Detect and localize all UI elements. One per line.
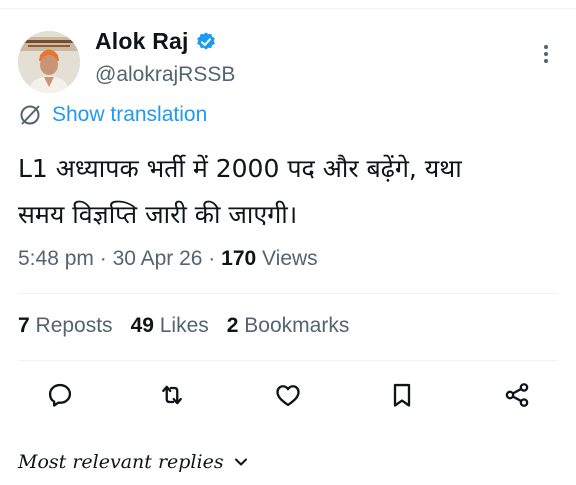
tweet-line-2: समय विज्ञप्ति जारी की जाएगी। (18, 200, 298, 229)
meta-separator: · (202, 247, 222, 270)
likes-count: 49 (130, 314, 154, 337)
replies-sort-label: Most relevant replies (18, 451, 224, 473)
share-icon (505, 383, 529, 407)
reposts-label: Reposts (29, 314, 113, 337)
bookmarks-count: 2 (226, 314, 239, 337)
views-label: Views (256, 247, 318, 270)
repost-button[interactable] (158, 381, 186, 409)
chevron-down-icon (234, 458, 247, 466)
reposts-stat[interactable]: 7 Reposts (18, 314, 113, 338)
reply-icon (48, 383, 72, 407)
show-translation-label[interactable]: Show translation (52, 103, 207, 127)
bookmark-button[interactable] (388, 381, 416, 409)
stats-divider (18, 360, 558, 361)
reposts-count: 7 (18, 314, 30, 337)
engagement-stats: 7 Reposts 49 Likes 2 Bookmarks (18, 314, 367, 338)
bookmark-icon (393, 383, 411, 407)
author-name-row: Alok Raj (95, 28, 217, 55)
bookmarks-label: Bookmarks (238, 314, 350, 337)
tweet-meta: 5:48 pm · 30 Apr 26 · 170 Views (18, 247, 318, 271)
reply-button[interactable] (46, 381, 74, 409)
more-options-icon[interactable] (538, 42, 554, 66)
bookmarks-stat[interactable]: 2 Bookmarks (227, 314, 350, 338)
views-count: 170 (221, 247, 257, 270)
verified-badge-icon (196, 31, 215, 50)
meta-separator: · (93, 247, 113, 270)
author-handle[interactable]: @alokrajRSSB (95, 63, 235, 87)
globe-icon (20, 105, 40, 125)
likes-label: Likes (153, 314, 209, 337)
like-button[interactable] (274, 381, 302, 409)
repost-icon (162, 385, 182, 405)
show-translation-link[interactable]: Show translation (18, 103, 207, 127)
tweet-date[interactable]: 30 Apr 26 (113, 247, 203, 270)
tweet-time[interactable]: 5:48 pm (18, 247, 94, 270)
tweet-line-1: L1 अध्यापक भर्ती में 2000 पद और बढ़ेंगे,… (18, 154, 462, 183)
share-button[interactable] (503, 381, 531, 409)
author-name[interactable]: Alok Raj (95, 28, 189, 55)
like-icon (276, 385, 300, 407)
replies-sort-dropdown[interactable]: Most relevant replies (18, 451, 248, 473)
avatar[interactable] (18, 31, 80, 93)
likes-stat[interactable]: 49 Likes (131, 314, 209, 338)
tweet-text: L1 अध्यापक भर्ती में 2000 पद और बढ़ेंगे,… (18, 146, 558, 238)
meta-divider (18, 293, 558, 294)
top-divider (0, 8, 576, 9)
